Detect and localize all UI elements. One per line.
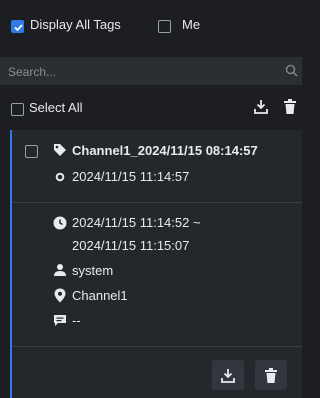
tag-channel: Channel1 [72,288,128,303]
select-all-checkbox[interactable] [11,103,24,116]
search-icon[interactable] [285,64,298,77]
comment-icon [54,315,66,326]
tag-card-checkbox[interactable] [25,145,38,158]
tag-user: system [72,263,114,278]
me-checkbox[interactable] [158,20,171,33]
display-all-tags-label[interactable]: Display All Tags [30,17,121,32]
tag-card[interactable]: Channel1_2024/11/15 08:14:57 2024/11/15 … [10,130,302,398]
time-range-end: 2024/11/15 11:15:07 [72,238,190,253]
tag-note: -- [72,313,81,328]
checkmark-icon [14,24,23,32]
card-footer-divider [12,346,302,347]
tag-time: 2024/11/15 11:14:57 [72,169,190,184]
select-all-label[interactable]: Select All [29,100,82,115]
download-all-icon[interactable] [254,99,268,114]
delete-all-icon[interactable] [283,99,297,114]
delete-button[interactable] [255,360,287,390]
tag-icon [54,144,66,156]
user-icon [54,264,66,276]
card-divider [12,202,302,203]
dot-icon [55,172,65,182]
download-icon [221,368,235,383]
me-label[interactable]: Me [182,17,200,32]
search-input[interactable] [6,57,270,87]
trash-icon [265,367,277,383]
location-pin-icon [54,288,66,303]
time-range-start: 2024/11/15 11:14:52 ~ [72,215,201,230]
tag-title: Channel1_2024/11/15 08:14:57 [72,143,258,158]
search-box [0,57,302,87]
display-all-tags-checkbox[interactable] [11,20,24,33]
download-button[interactable] [212,360,244,390]
clock-icon [53,216,67,230]
filter-bar: Display All Tags Me [0,0,302,52]
select-all-row: Select All [0,92,302,124]
